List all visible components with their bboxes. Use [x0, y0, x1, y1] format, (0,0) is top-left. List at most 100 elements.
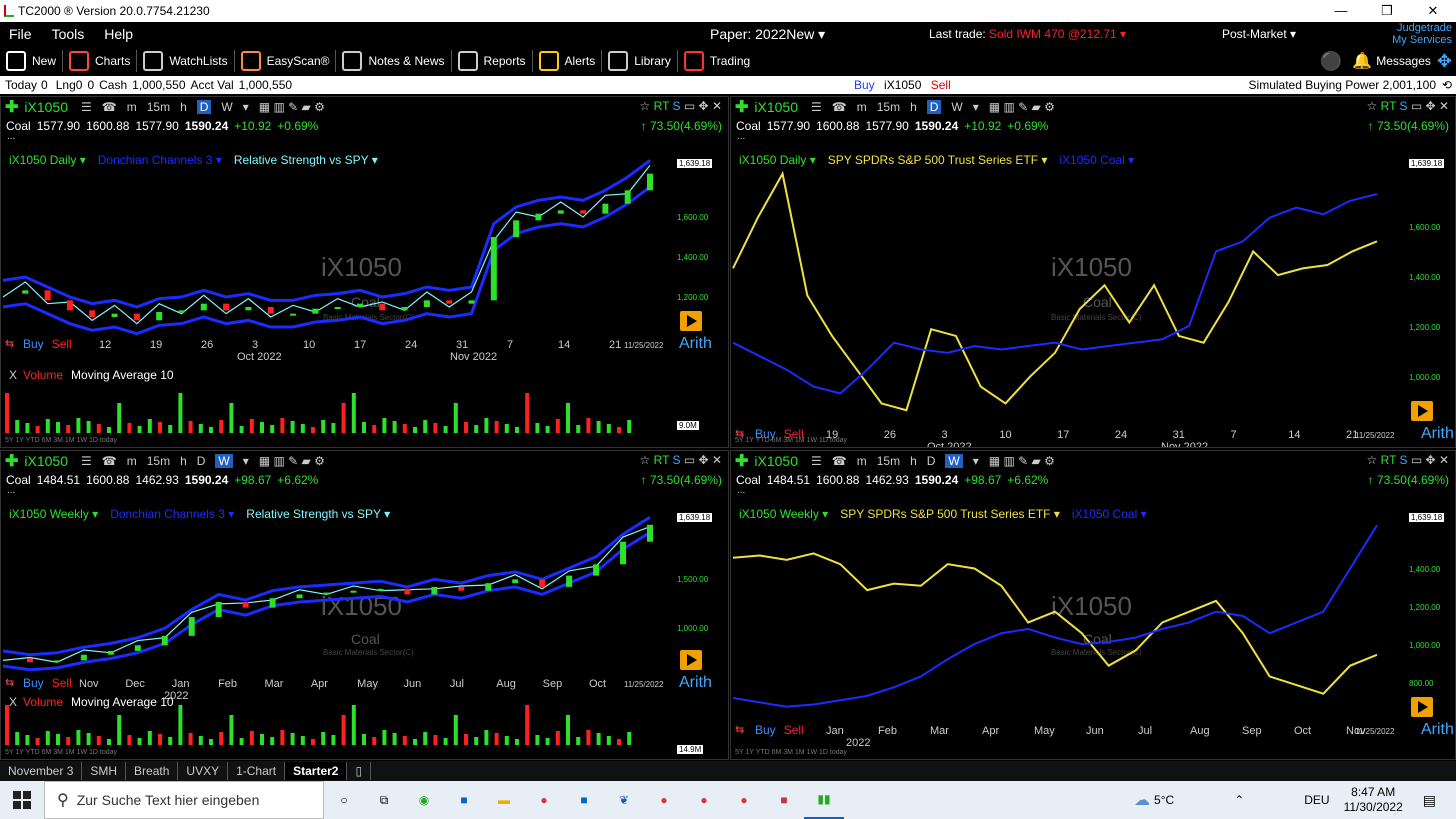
menu-file[interactable]: File — [0, 26, 43, 42]
task-view-icon[interactable]: ⧉ — [364, 781, 404, 819]
sell-button[interactable]: Sell — [784, 723, 804, 737]
library-button[interactable]: Library — [608, 51, 671, 71]
tray-icons[interactable]: ⌃ — [1234, 793, 1244, 807]
messages-label[interactable]: Messages — [1376, 54, 1431, 68]
whatsapp-icon[interactable]: ◉ — [404, 781, 444, 819]
chart-pane: ✚ iX1050 ☰ ☎ m 15m h D W ▾ ▦ ▥ ✎ ▰ ⚙ ☆ RT S ▭ ✥ ✕ Co… — [0, 96, 729, 448]
app-icon-1[interactable]: ■ — [444, 781, 484, 819]
x-tick-label: 24 — [1114, 429, 1128, 441]
volume-bar — [219, 732, 224, 745]
user-name: Judgetrade — [1396, 22, 1452, 34]
new-tab-icon[interactable]: ▯ — [347, 762, 372, 780]
tab-breath[interactable]: Breath — [126, 762, 179, 780]
title-bar: TC2000 ® Version 20.0.7754.21230 — ❒ ✕ — [0, 0, 1456, 22]
menu-tools[interactable]: Tools — [43, 26, 96, 42]
volume-bar — [433, 735, 438, 745]
notes-news-button[interactable]: Notes & News — [342, 51, 445, 71]
trading-button[interactable]: Trading — [683, 51, 750, 71]
tab-1-chart[interactable]: 1-Chart — [228, 762, 286, 780]
chrome-icon-4[interactable]: ● — [724, 781, 764, 819]
x-tick-label: 10 — [999, 429, 1012, 441]
minimize-button[interactable]: — — [1318, 0, 1364, 22]
new-button[interactable]: New — [6, 51, 56, 71]
price-chart[interactable] — [731, 451, 1456, 760]
bell-icon[interactable]: 🔔 — [1352, 51, 1372, 71]
volume-bar — [86, 421, 91, 433]
volume-bar — [270, 425, 275, 433]
app-icon-2[interactable]: ❦ — [604, 781, 644, 819]
chrome-icon-3[interactable]: ● — [684, 781, 724, 819]
taskbar-search[interactable]: ⚲ Zur Suche Text hier eingeben — [44, 781, 324, 819]
volume-bar — [504, 424, 509, 433]
charts-label: Charts — [95, 54, 131, 68]
volume-chart — [5, 705, 632, 745]
notifications-icon[interactable]: ▤ — [1423, 792, 1436, 809]
my-services-link[interactable]: My Services — [1392, 34, 1452, 46]
outlook-icon[interactable]: ■ — [564, 781, 604, 819]
volume-bar — [484, 730, 489, 745]
reports-button[interactable]: Reports — [457, 51, 526, 71]
playback-button[interactable] — [1411, 401, 1433, 421]
tab-uvxy[interactable]: UVXY — [178, 762, 229, 780]
y-current-price: 1,639.18 — [1409, 513, 1445, 522]
windows-start-button[interactable] — [0, 781, 44, 819]
volume-bar — [535, 423, 540, 433]
chrome-icon[interactable]: ● — [524, 781, 564, 819]
volume-bar — [137, 738, 142, 745]
easyscan-label: EasyScan® — [266, 54, 330, 68]
language-indicator[interactable]: DEU — [1304, 793, 1329, 807]
cloud-icon: ☁ — [1134, 792, 1151, 809]
weather-temp[interactable]: 5°C — [1154, 793, 1174, 807]
arith-scale-toggle[interactable]: Arith — [1421, 721, 1454, 739]
tab-november-3[interactable]: November 3 — [0, 762, 83, 780]
volume-bar — [494, 421, 499, 433]
volume-bar — [443, 738, 448, 745]
easyscan-button[interactable]: EasyScan® — [240, 51, 330, 71]
close-button[interactable]: ✕ — [1410, 0, 1456, 22]
volume-bar — [321, 732, 326, 745]
watchlists-button[interactable]: WatchLists — [143, 51, 228, 71]
last-trade[interactable]: Last trade: Sold IWM 470 @212.71 ▾ — [929, 22, 1126, 46]
volume-bar — [168, 425, 173, 433]
volume-bar — [86, 733, 91, 745]
volume-bar — [321, 420, 326, 433]
charts-button[interactable]: Charts — [69, 51, 130, 71]
price-chart[interactable] — [731, 97, 1456, 448]
powerpoint-icon[interactable]: ■ — [764, 781, 804, 819]
trade-icon[interactable]: ⇆ — [735, 723, 744, 736]
buy-button[interactable]: Buy — [755, 723, 776, 737]
volume-bar — [535, 735, 540, 745]
tab-starter2[interactable]: Starter2 — [285, 762, 348, 780]
user-menu[interactable]: Judgetrade My Services — [1392, 22, 1452, 46]
volume-bar — [423, 732, 428, 745]
main-toolbar: New Charts WatchLists EasyScan® Notes & … — [0, 46, 1456, 76]
menu-help[interactable]: Help — [95, 26, 144, 42]
timeframe-scale[interactable]: 5Y 1Y YTD 6M 3M 1M 1W 1D today — [735, 749, 847, 756]
volume-bar — [372, 425, 377, 433]
buying-power-value: 2,001,100 — [1382, 78, 1436, 92]
clock[interactable]: 8:47 AM 11/30/2022 — [1344, 785, 1403, 815]
maximize-button[interactable]: ❒ — [1364, 0, 1410, 22]
paper-account-selector[interactable]: Paper: 2022New ▾ — [710, 22, 825, 46]
volume-bar — [484, 418, 489, 433]
move-icon[interactable]: ✥ — [1437, 51, 1452, 72]
reports-icon — [457, 51, 478, 71]
tab-smh[interactable]: SMH — [82, 762, 127, 780]
alerts-button[interactable]: Alerts — [538, 51, 595, 71]
playback-button[interactable] — [1411, 697, 1433, 717]
volume-bar — [545, 738, 550, 745]
file-explorer-icon[interactable]: ▬ — [484, 781, 524, 819]
volume-bar — [5, 393, 9, 433]
refresh-icon[interactable]: ⟲ — [1442, 76, 1452, 94]
tc2000-taskbar-icon[interactable]: ▮▮ — [804, 781, 844, 819]
volume-bar — [66, 425, 71, 433]
timeframe-scale[interactable]: 5Y 1Y YTD 6M 3M 1M 1W 1D today — [735, 437, 847, 444]
quick-sell-button[interactable]: Sell — [931, 78, 951, 92]
arith-scale-toggle[interactable]: Arith — [1421, 425, 1454, 443]
cash-label: Cash — [99, 78, 128, 92]
share-icon[interactable]: ⚫ — [1320, 51, 1342, 72]
quick-buy-button[interactable]: Buy — [854, 78, 875, 92]
session-selector[interactable]: Post-Market ▾ — [1222, 22, 1296, 46]
chrome-icon-2[interactable]: ● — [644, 781, 684, 819]
cortana-icon[interactable]: ○ — [324, 781, 364, 819]
